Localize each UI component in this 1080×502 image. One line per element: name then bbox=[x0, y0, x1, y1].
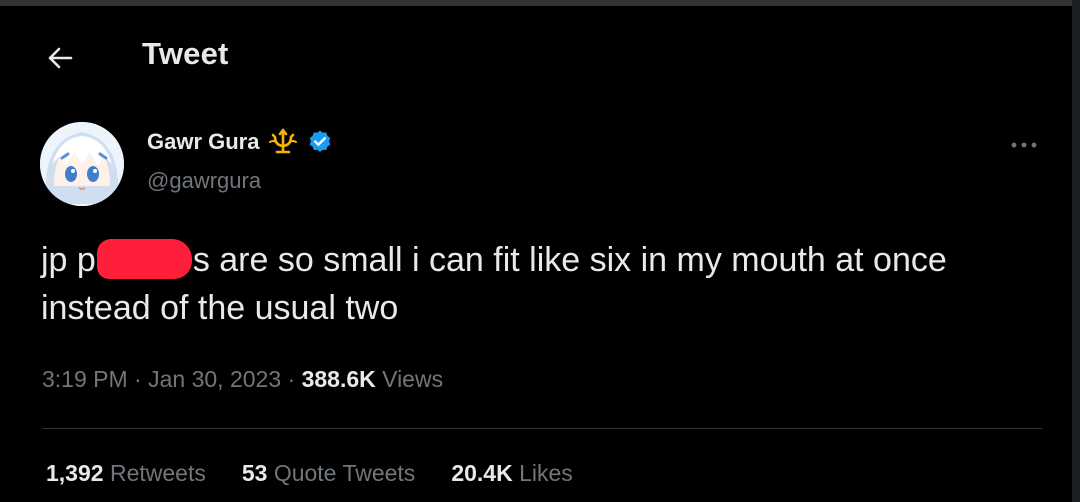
retweets-label: Retweets bbox=[109, 460, 206, 486]
tweet-metadata: 3:19 PM · Jan 30, 2023 · 388.6K Views bbox=[42, 366, 443, 393]
meta-separator: · bbox=[134, 366, 142, 392]
likes-stat[interactable]: 20.4K Likes bbox=[451, 460, 572, 487]
engagement-stats: 1,392 Retweets 53 Quote Tweets 20.4K Lik… bbox=[46, 460, 573, 487]
more-options-button[interactable] bbox=[1004, 130, 1044, 160]
quote-tweets-label: Quote Tweets bbox=[273, 460, 416, 486]
window-right-border bbox=[1072, 0, 1080, 502]
retweets-stat[interactable]: 1,392 Retweets bbox=[46, 460, 206, 487]
trident-icon bbox=[269, 128, 298, 154]
meta-separator: · bbox=[287, 366, 296, 392]
author-handle[interactable]: @gawrgura bbox=[147, 168, 261, 194]
tweet-text-start: jp p bbox=[41, 241, 96, 279]
page-title: Tweet bbox=[142, 36, 229, 71]
quote-tweets-count: 53 bbox=[241, 460, 268, 486]
verified-badge-icon bbox=[310, 130, 331, 152]
retweets-count: 1,392 bbox=[46, 460, 104, 486]
avatar[interactable] bbox=[40, 122, 124, 206]
author-name-row: Gawr Gura bbox=[147, 128, 333, 156]
avatar-image bbox=[40, 122, 124, 206]
page-header: Tweet bbox=[0, 6, 1072, 96]
quote-tweets-stat[interactable]: 53 Quote Tweets bbox=[242, 460, 415, 487]
author-display-name[interactable]: Gawr Gura bbox=[147, 129, 259, 155]
back-button[interactable] bbox=[40, 38, 80, 78]
likes-count: 20.4K bbox=[451, 460, 513, 486]
tweet-date[interactable]: Jan 30, 2023 bbox=[148, 366, 281, 392]
views-label: Views bbox=[382, 366, 444, 392]
tweet-text: jp ps are so small i can fit like six in… bbox=[41, 236, 1051, 332]
back-arrow-icon bbox=[48, 47, 73, 69]
views-count: 388.6K bbox=[301, 366, 376, 392]
likes-label: Likes bbox=[519, 460, 573, 486]
redaction-mark bbox=[96, 239, 192, 279]
divider bbox=[42, 428, 1042, 429]
tweet-time[interactable]: 3:19 PM bbox=[42, 366, 128, 392]
more-icon bbox=[1011, 142, 1037, 148]
